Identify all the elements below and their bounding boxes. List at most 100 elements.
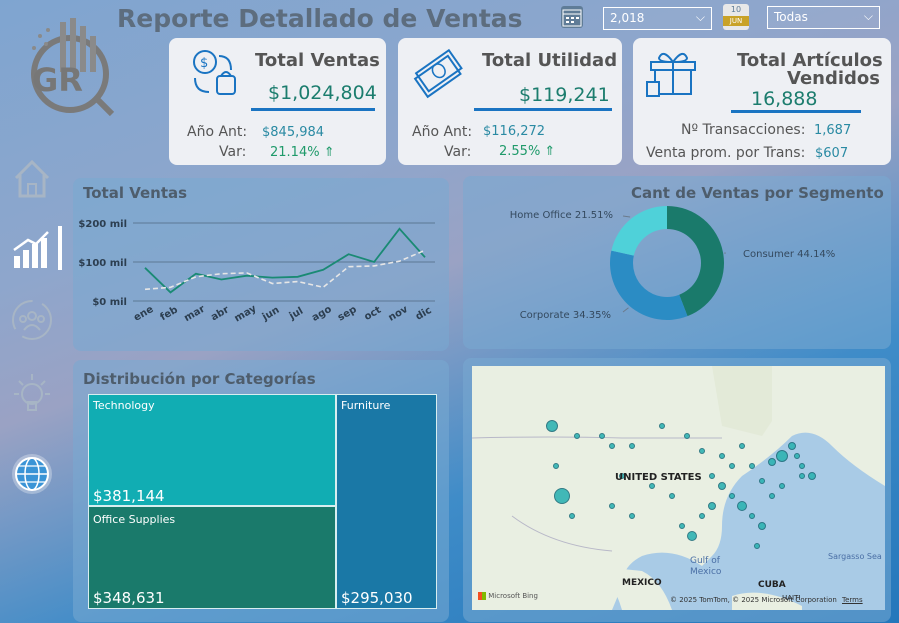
map-bubble[interactable]: [649, 483, 655, 489]
treemap-title: Distribución por Categorías: [83, 370, 316, 388]
x-tick-label: jul: [287, 306, 305, 323]
map-label-gulf-2: Mexico: [690, 567, 722, 577]
x-tick-label: may: [233, 303, 259, 324]
banknotes-icon: [413, 48, 463, 99]
map-bubble[interactable]: [687, 531, 697, 541]
year-filter-dropdown[interactable]: 2,018 ⌵: [603, 7, 712, 30]
globe-icon[interactable]: [10, 452, 54, 496]
map-bubble[interactable]: [758, 522, 766, 530]
map-bubble[interactable]: [699, 513, 705, 519]
map-bubble[interactable]: [776, 450, 788, 462]
map-label-mexico: MEXICO: [622, 578, 662, 588]
map-bubble[interactable]: [669, 493, 675, 499]
map-bubble[interactable]: [779, 483, 785, 489]
map-bubble[interactable]: [554, 488, 570, 504]
kpi-articulos-title-2: Vendidos: [787, 68, 880, 89]
map-bubble[interactable]: [709, 473, 715, 479]
kpi-utilidad-prev-label: Año Ant:: [412, 124, 473, 140]
map-bubble[interactable]: [749, 513, 755, 519]
map-bubble[interactable]: [788, 442, 796, 450]
kpi-articulos-value: 16,888: [751, 88, 818, 110]
treemap-panel: Distribución por Categorías Technology $…: [73, 360, 449, 622]
calendar-day-icon[interactable]: 10 JUN: [723, 4, 749, 30]
treemap-tile-technology[interactable]: Technology $381,144: [88, 394, 336, 506]
donut-slice: [611, 206, 667, 256]
kpi-trans-label: Nº Transacciones:: [681, 122, 806, 138]
segment-filter-dropdown[interactable]: Todas ⌵: [767, 6, 880, 29]
map-bubble[interactable]: [754, 543, 760, 549]
map-bubble[interactable]: [749, 463, 755, 469]
kpi-card-articulos: Total Artículos Vendidos 16,888 Nº Trans…: [633, 38, 891, 165]
map-bubble[interactable]: [546, 420, 558, 432]
map-bubble[interactable]: [794, 453, 800, 459]
line-chart: $0 mil $100 mil $200 mil ene feb mar abr may jun…: [78, 219, 435, 324]
x-tick-label: ene: [132, 304, 156, 324]
kpi-ventas-prev-label: Año Ant:: [187, 124, 248, 140]
map-bubble[interactable]: [729, 463, 735, 469]
map-bubble[interactable]: [679, 523, 685, 529]
segment-chart-panel: Cant de Ventas por Segmento Consumer 44.…: [463, 176, 891, 349]
map-bubble[interactable]: [808, 472, 816, 480]
donut-chart: Consumer 44.14% Corporate 34.35% Home Offi…: [510, 206, 835, 321]
kpi-ventas-var-label: Var:: [219, 144, 247, 160]
map-bubble[interactable]: [759, 478, 765, 484]
map-bubble[interactable]: [569, 513, 575, 519]
map-bubble[interactable]: [699, 448, 705, 454]
kpi-utilidad-value: $119,241: [519, 84, 610, 106]
donut-slice: [610, 250, 688, 320]
map-bubble[interactable]: [609, 443, 615, 449]
home-icon[interactable]: [10, 156, 54, 200]
map-bubble[interactable]: [769, 493, 775, 499]
kpi-card-utilidad: Total Utilidad $119,241 Año Ant: $116,27…: [398, 38, 622, 165]
year-filter-value: 2,018: [610, 11, 645, 25]
kpi-ventas-value: $1,024,804: [268, 82, 377, 104]
y-tick-label: $200 mil: [78, 219, 127, 230]
map-bubble[interactable]: [574, 433, 580, 439]
map-bubble[interactable]: [799, 463, 805, 469]
map-label-us: UNITED STATES: [615, 472, 702, 483]
calendar-icon[interactable]: [561, 6, 583, 28]
map-bubble[interactable]: [739, 443, 745, 449]
map-bubble[interactable]: [629, 443, 635, 449]
bing-logo: Microsoft Bing: [478, 592, 538, 600]
idea-icon[interactable]: [10, 372, 54, 416]
map-bubble[interactable]: [659, 423, 665, 429]
kpi-avg-value: $607: [815, 146, 849, 161]
calendar-day: 10: [730, 5, 742, 14]
map-bubble[interactable]: [718, 482, 726, 490]
map-bubble[interactable]: [799, 473, 805, 479]
chevron-down-icon: ⌵: [695, 10, 705, 24]
map-bubble[interactable]: [599, 433, 605, 439]
calendar-month: JUN: [723, 16, 749, 26]
map-bubble[interactable]: [629, 513, 635, 519]
chart-icon[interactable]: [12, 224, 62, 270]
gift-box-icon: [646, 52, 696, 97]
slice-label: Corporate 34.35%: [520, 310, 611, 321]
x-tick-label: feb: [159, 304, 180, 323]
map-bubble[interactable]: [684, 433, 690, 439]
x-tick-label: ago: [310, 304, 334, 324]
map-bubbles: [472, 366, 885, 610]
map-panel: UNITED STATES MEXICO Gulf of Mexico Sarg…: [463, 358, 891, 622]
map-bubble[interactable]: [708, 502, 716, 510]
kpi-avg-label: Venta prom. por Trans:: [646, 145, 806, 161]
map-bubble[interactable]: [609, 503, 615, 509]
map-bubble[interactable]: [719, 453, 725, 459]
treemap-tile-furniture[interactable]: Furniture $295,030: [336, 394, 437, 609]
map-bubble[interactable]: [768, 458, 776, 466]
map[interactable]: UNITED STATES MEXICO Gulf of Mexico Sarg…: [472, 366, 885, 610]
map-bubble[interactable]: [729, 493, 735, 499]
y-tick-label: $0 mil: [92, 297, 127, 308]
bing-label: Microsoft Bing: [488, 592, 538, 600]
map-terms-link[interactable]: Terms: [842, 596, 863, 604]
treemap-tile-office-supplies[interactable]: Office Supplies $348,631: [88, 506, 336, 609]
x-tick-label: jun: [260, 305, 282, 324]
map-label-sargasso: Sargasso Sea: [828, 552, 882, 561]
x-tick-label: dic: [414, 305, 434, 323]
page-title: Reporte Detallado de Ventas: [117, 4, 523, 33]
people-icon[interactable]: [10, 298, 54, 342]
map-bubble[interactable]: [737, 501, 747, 511]
kpi-trans-value: 1,687: [814, 123, 852, 138]
slice-label: Consumer 44.14%: [743, 249, 835, 260]
map-bubble[interactable]: [553, 463, 559, 469]
